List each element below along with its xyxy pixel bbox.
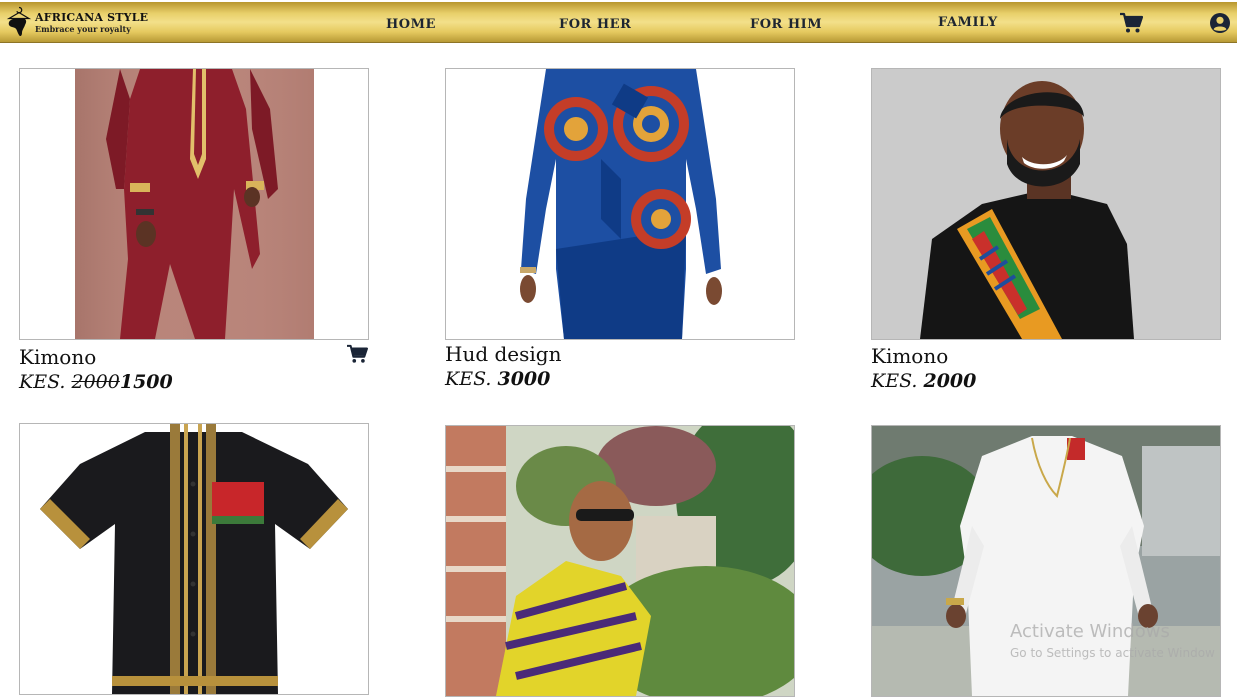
product-price: KES. 3000 [445,366,795,392]
current-price: 2000 [923,370,977,392]
blue-ankara-shirt-image [446,69,794,339]
current-price: 3000 [497,368,551,390]
old-price: 2000 [71,371,120,393]
product-name: Hud design [445,342,562,366]
product-card[interactable] [871,425,1221,697]
product-image[interactable] [19,68,369,340]
black-tee-kente-sash-image [872,69,1220,339]
product-price: KES. 20001500 [19,369,369,395]
currency-label: KES. [445,368,498,390]
brand-tagline: Embrace your royalty [35,23,131,34]
add-to-cart-icon[interactable] [345,344,369,364]
product-image[interactable] [445,425,795,697]
black-kente-shirt-image [20,424,368,694]
nav-family[interactable]: FAMILY [938,15,998,30]
product-image[interactable] [19,423,369,695]
product-image[interactable] [871,425,1221,697]
white-senator-outfit-image [872,426,1220,696]
currency-label: KES. [871,370,924,392]
product-name: Kimono [871,344,949,368]
shopping-cart-icon[interactable] [1119,12,1143,34]
product-card[interactable] [19,423,369,695]
product-price: KES. 2000 [871,368,1221,394]
yellow-print-shirt-image [446,426,794,696]
product-card[interactable]: Kimono KES. 2000 [871,68,1221,394]
brand-name: AFRICANA STYLE [35,10,149,24]
product-image[interactable] [871,68,1221,340]
top-navbar: AFRICANA STYLE Embrace your royalty HOME… [0,2,1237,43]
product-card[interactable]: Hud design KES. 3000 [445,68,795,392]
brand-logo-link[interactable]: AFRICANA STYLE Embrace your royalty [6,5,148,39]
product-card[interactable] [445,425,795,697]
currency-label: KES. [19,371,72,393]
product-image[interactable] [445,68,795,340]
nav-for-her[interactable]: FOR HER [559,17,631,32]
nav-for-him[interactable]: FOR HIM [750,17,822,32]
product-card[interactable]: Kimono KES. 20001500 [19,68,369,395]
burgundy-kaftan-image [75,69,314,339]
user-account-icon[interactable] [1209,12,1231,34]
product-name: Kimono [19,345,97,369]
africa-hanger-logo-icon [6,6,32,37]
nav-home[interactable]: HOME [386,17,436,32]
current-price: 1500 [119,371,173,393]
